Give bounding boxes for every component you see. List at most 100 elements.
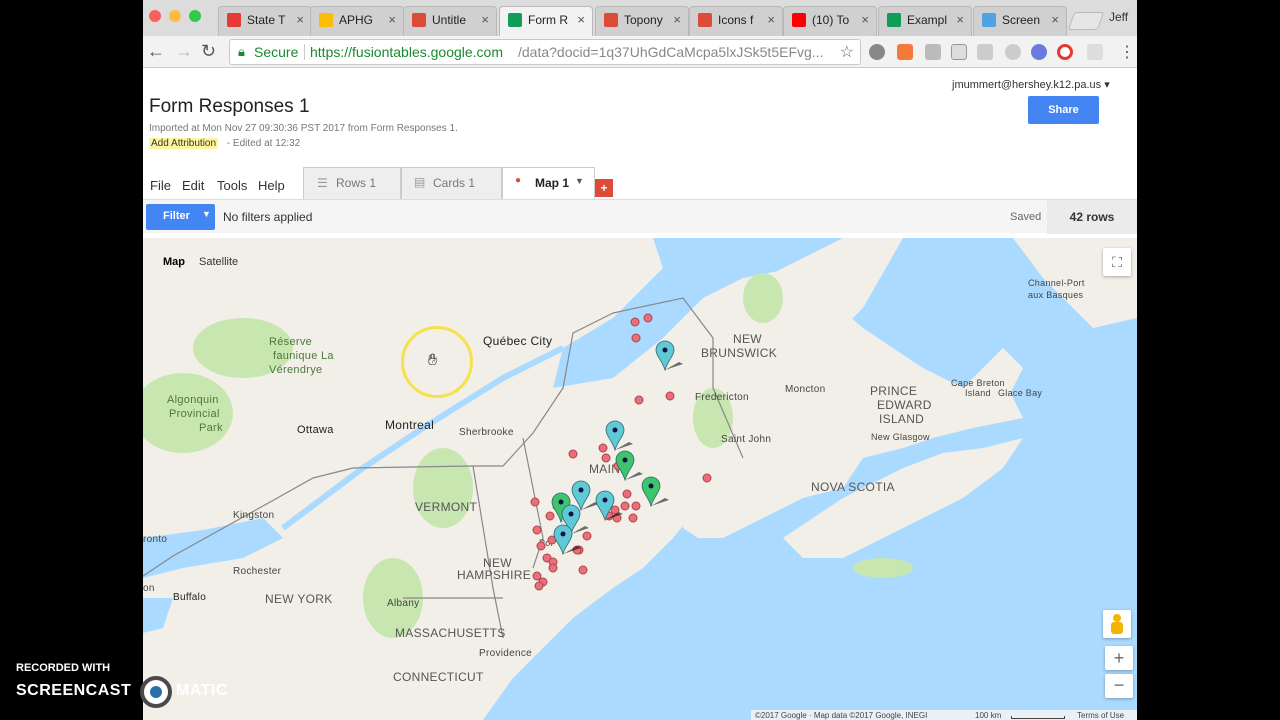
profile-extension-icon[interactable]: [1031, 44, 1047, 60]
map-scale: 100 km: [975, 711, 1002, 720]
browser-tab[interactable]: Topony ×: [595, 6, 689, 36]
map-marker-dot[interactable]: [628, 513, 638, 523]
browser-tab[interactable]: Exampl ×: [878, 6, 972, 36]
cast-extension-icon[interactable]: [977, 44, 993, 60]
close-icon[interactable]: ×: [1051, 12, 1059, 27]
document-extension-icon[interactable]: [951, 44, 967, 60]
map-marker-dot[interactable]: [631, 501, 641, 511]
map-marker-dot[interactable]: [622, 489, 632, 499]
zoom-out-button[interactable]: −: [1105, 674, 1133, 698]
cloud-extension-icon[interactable]: [1005, 44, 1021, 60]
opera-extension-icon[interactable]: [1057, 44, 1073, 60]
map-pin-icon[interactable]: [615, 450, 643, 482]
close-window-button[interactable]: [149, 10, 161, 22]
maximize-window-button[interactable]: [189, 10, 201, 22]
map-marker-dot[interactable]: [601, 453, 611, 463]
extension-icon[interactable]: [925, 44, 941, 60]
tab-map-label: Map 1: [535, 176, 570, 190]
browser-tab[interactable]: APHG ×: [310, 6, 404, 36]
add-tab-button[interactable]: +: [595, 179, 613, 197]
browser-tab[interactable]: State T ×: [218, 6, 312, 36]
browser-tab-label: Screen: [1002, 13, 1041, 27]
map-marker-dot[interactable]: [631, 333, 641, 343]
settings-gear-icon[interactable]: [869, 44, 885, 60]
browser-tab[interactable]: Form R ×: [499, 6, 593, 37]
map-marker-dot[interactable]: [620, 501, 630, 511]
chat-extension-icon[interactable]: [1087, 44, 1103, 60]
map-pin-icon[interactable]: [605, 420, 633, 452]
map-type-map[interactable]: Map: [163, 256, 185, 268]
minimize-window-button[interactable]: [169, 10, 181, 22]
map-marker-dot[interactable]: [536, 541, 546, 551]
map-marker-dot[interactable]: [530, 497, 540, 507]
map-marker-dot[interactable]: [568, 449, 578, 459]
map-marker-dot[interactable]: [532, 525, 542, 535]
screencast-logo-icon: [140, 676, 172, 708]
map-marker-dot[interactable]: [634, 395, 644, 405]
map-markers: [530, 313, 712, 591]
close-icon[interactable]: ×: [956, 12, 964, 27]
back-arrow-icon[interactable]: ←: [147, 41, 165, 62]
menu-file[interactable]: File: [150, 178, 171, 193]
close-icon[interactable]: ×: [577, 12, 585, 27]
new-tab-button[interactable]: [1067, 12, 1105, 30]
menu-help[interactable]: Help: [258, 178, 285, 193]
close-icon[interactable]: ×: [767, 12, 775, 27]
share-button[interactable]: Share: [1028, 96, 1099, 124]
filter-button[interactable]: Filter ▼: [146, 204, 215, 230]
browser-tab-label: Form R: [528, 13, 568, 27]
map-type-satellite[interactable]: Satellite: [199, 256, 238, 268]
close-icon[interactable]: ×: [296, 12, 304, 27]
map-marker-dot[interactable]: [548, 563, 558, 573]
bookmark-extension-icon[interactable]: [897, 44, 913, 60]
map-marker-dot[interactable]: [643, 313, 653, 323]
map-marker-dot[interactable]: [534, 581, 544, 591]
menu-tools[interactable]: Tools: [217, 178, 247, 193]
menu-edit[interactable]: Edit: [182, 178, 204, 193]
map-marker-dot[interactable]: [598, 443, 608, 453]
chevron-down-icon[interactable]: ▼: [575, 176, 584, 186]
bookmark-star-icon[interactable]: ☆: [840, 42, 854, 62]
map-marker-dot[interactable]: [545, 511, 555, 521]
map-marker-dot[interactable]: [630, 317, 640, 327]
page-title[interactable]: Form Responses 1: [149, 96, 310, 118]
browser-tab[interactable]: Icons f ×: [689, 6, 783, 36]
map-canvas[interactable]: Réserve faunique La Vérendrye Algonquin Prov…: [143, 238, 1137, 720]
secure-label: Secure: [254, 44, 299, 60]
fullscreen-icon[interactable]: ⛶: [1103, 248, 1131, 276]
map-copyright: ©2017 Google · Map data ©2017 Google, IN…: [755, 711, 928, 720]
close-icon[interactable]: ×: [388, 12, 396, 27]
screencast-icon: [982, 13, 996, 27]
user-email[interactable]: jmummert@hershey.k12.pa.us ▾: [952, 78, 1110, 91]
map-marker-dot[interactable]: [532, 571, 542, 581]
tab-rows[interactable]: ☰ Rows 1: [303, 167, 401, 199]
map-pin-icon[interactable]: [641, 476, 669, 508]
browser-tab[interactable]: (10) To ×: [783, 6, 877, 36]
map-marker-dot[interactable]: [665, 391, 675, 401]
map-marker-dot[interactable]: [578, 565, 588, 575]
close-icon[interactable]: ×: [673, 12, 681, 27]
map-pin-icon[interactable]: [655, 340, 683, 372]
browser-tab[interactable]: Screen ×: [973, 6, 1067, 36]
terms-of-use-link[interactable]: Terms of Use: [1077, 711, 1124, 720]
address-bar[interactable]: 🔒︎ Secure https://fusiontables.google.co…: [229, 39, 861, 65]
zoom-in-button[interactable]: +: [1105, 646, 1133, 670]
tab-cards[interactable]: ▤ Cards 1: [401, 167, 502, 199]
browser-menu-icon[interactable]: ⋮: [1119, 42, 1135, 62]
forward-arrow-icon[interactable]: →: [175, 41, 193, 62]
close-icon[interactable]: ×: [861, 12, 869, 27]
profile-name[interactable]: Jeff: [1109, 10, 1128, 24]
map-pin-icon: ●: [515, 175, 522, 186]
map-marker-dot[interactable]: [582, 531, 592, 541]
user-email-text: jmummert@hershey.k12.pa.us: [952, 79, 1102, 91]
tab-map[interactable]: ● Map 1 ▼: [502, 167, 595, 200]
close-icon[interactable]: ×: [481, 12, 489, 27]
add-attribution-link[interactable]: Add Attribution: [149, 138, 219, 149]
browser-tab[interactable]: Untitle ×: [403, 6, 497, 36]
map-pin-icon[interactable]: [571, 480, 599, 512]
reload-icon[interactable]: ↻: [201, 41, 216, 62]
tab-strip: State T × APHG × Untitle × Form R × Topony × Icons…: [143, 0, 1137, 37]
pegman-icon[interactable]: [1103, 610, 1131, 638]
map-footer: ©2017 Google · Map data ©2017 Google, IN…: [751, 710, 1137, 720]
map-marker-dot[interactable]: [702, 473, 712, 483]
